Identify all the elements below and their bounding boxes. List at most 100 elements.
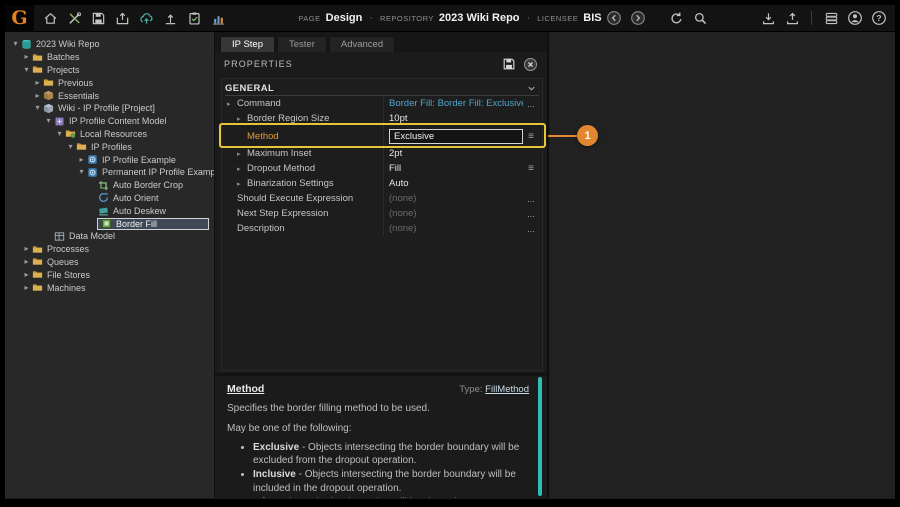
layers-icon <box>824 11 839 26</box>
account-button[interactable] <box>846 9 864 27</box>
expand-arrow-icon[interactable]: ▸ <box>237 150 247 158</box>
tree-item-local-resources[interactable]: ▾Local Resources <box>5 128 214 141</box>
upload-icon <box>785 11 800 26</box>
tree-item-machines[interactable]: ▸Machines <box>5 281 214 294</box>
expand-arrow-icon[interactable]: ▸ <box>22 53 31 61</box>
tree-item-auto-border-crop[interactable]: Auto Border Crop <box>5 179 214 192</box>
expand-arrow-icon[interactable]: ▸ <box>77 156 86 164</box>
tab-tester[interactable]: Tester <box>277 36 327 52</box>
expand-arrow-icon[interactable]: ▸ <box>33 79 42 87</box>
property-row-description[interactable]: Description(none)... <box>225 221 539 236</box>
value-editor[interactable]: Exclusive <box>389 129 523 144</box>
tree-item-essentials[interactable]: ▸Essentials <box>5 89 214 102</box>
refresh-button[interactable] <box>667 9 685 27</box>
property-row-maximum-inset[interactable]: ▸Maximum Inset2pt <box>225 146 539 161</box>
tree-item-wiki-ip-profile-project[interactable]: ▾Wiki - IP Profile [Project] <box>5 102 214 115</box>
expand-arrow-icon[interactable]: ▸ <box>237 165 247 173</box>
section-general[interactable]: GENERAL <box>225 81 539 96</box>
property-value[interactable]: (none) <box>383 191 523 206</box>
property-value[interactable]: (none) <box>383 206 523 221</box>
collapse-arrow-icon[interactable]: ▾ <box>55 130 64 138</box>
expand-arrow-icon[interactable]: ▸ <box>237 115 247 123</box>
property-name: ▸Maximum Inset <box>225 148 383 159</box>
chart-button[interactable] <box>209 9 227 27</box>
cloud-upload-icon <box>139 11 154 26</box>
expand-arrow-icon[interactable]: ▸ <box>227 100 237 108</box>
collapse-arrow-icon[interactable]: ▾ <box>44 117 53 125</box>
tree-item-ip-profile-content-model[interactable]: ▾IP Profile Content Model <box>5 115 214 128</box>
expand-arrow-icon[interactable]: ▸ <box>22 258 31 266</box>
tab-advanced[interactable]: Advanced <box>329 36 395 52</box>
clipboard-button[interactable] <box>185 9 203 27</box>
property-value[interactable]: 2pt <box>383 146 523 161</box>
property-row-border-region-size[interactable]: ▸Border Region Size10pt <box>225 111 539 126</box>
save-properties-button[interactable] <box>501 56 517 72</box>
tree-item-previous[interactable]: ▸Previous <box>5 76 214 89</box>
tools-button[interactable] <box>65 9 83 27</box>
property-row-method[interactable]: MethodExclusive≡ <box>225 126 539 146</box>
ellipsis-button[interactable]: ... <box>523 209 539 219</box>
close-properties-button[interactable] <box>522 56 538 72</box>
ellipsis-button[interactable]: ... <box>523 224 539 234</box>
type-link[interactable]: FillMethod <box>485 384 529 395</box>
property-row-next-step-expression[interactable]: Next Step Expression(none)... <box>225 206 539 221</box>
property-value[interactable]: Exclusive <box>383 126 523 146</box>
tree-item-ip-profiles[interactable]: ▾IP Profiles <box>5 140 214 153</box>
collapse-arrow-icon[interactable]: ▾ <box>11 40 20 48</box>
collapse-arrow-icon[interactable]: ▾ <box>77 168 86 176</box>
tree-item-processes[interactable]: ▸Processes <box>5 243 214 256</box>
property-value[interactable]: 10pt <box>383 111 523 126</box>
page-value[interactable]: Design <box>326 12 363 24</box>
property-value[interactable]: Auto <box>383 176 523 191</box>
tab-ip-step[interactable]: IP Step <box>220 36 275 52</box>
save-button[interactable] <box>89 9 107 27</box>
ellipsis-button[interactable]: ... <box>523 99 539 109</box>
cloud-upload-button[interactable] <box>137 9 155 27</box>
expand-arrow-icon[interactable]: ▸ <box>22 245 31 253</box>
help-scrollbar[interactable] <box>538 377 542 496</box>
repository-value[interactable]: 2023 Wiki Repo <box>439 12 520 24</box>
property-row-should-execute-expression[interactable]: Should Execute Expression(none)... <box>225 191 539 206</box>
tree-item-permanent-ip-profile-example[interactable]: ▾ Permanent IP Profile Example <box>5 166 214 179</box>
collapse-arrow-icon[interactable]: ▾ <box>33 104 42 112</box>
search-button[interactable] <box>691 9 709 27</box>
ellipsis-button[interactable]: ... <box>523 194 539 204</box>
expand-arrow-icon[interactable]: ▸ <box>237 180 247 188</box>
tree-item-border-fill[interactable]: Border Fill <box>5 217 214 230</box>
property-value[interactable]: (none) <box>383 221 523 236</box>
expand-arrow-icon[interactable]: ▸ <box>33 92 42 100</box>
property-row-binarization-settings[interactable]: ▸Binarization SettingsAuto <box>225 176 539 191</box>
menu-button[interactable]: ≡ <box>523 131 539 142</box>
upload-button[interactable] <box>783 9 801 27</box>
tree-item-auto-deskew[interactable]: Auto Deskew <box>5 204 214 217</box>
tree-item-ip-profile-example[interactable]: ▸IP Profile Example <box>5 153 214 166</box>
download-button[interactable] <box>759 9 777 27</box>
grooper-logo-icon[interactable]: G <box>5 5 34 32</box>
collapse-arrow-icon[interactable]: ▾ <box>22 66 31 74</box>
box-export-button[interactable] <box>113 9 131 27</box>
tree-item-file-stores[interactable]: ▸File Stores <box>5 268 214 281</box>
import-button[interactable] <box>161 9 179 27</box>
toolbar-left <box>34 9 234 27</box>
nav-forward-button[interactable] <box>629 9 647 27</box>
property-row-command[interactable]: ▸CommandBorder Fill: Border Fill: Exclus… <box>225 96 539 111</box>
tree-item-queues[interactable]: ▸Queues <box>5 256 214 269</box>
layers-button[interactable] <box>822 9 840 27</box>
nav-back-button[interactable] <box>605 9 623 27</box>
expand-arrow-icon[interactable]: ▸ <box>22 284 31 292</box>
property-value[interactable]: Fill <box>383 161 523 176</box>
home-button[interactable] <box>41 9 59 27</box>
menu-button[interactable]: ≡ <box>523 163 539 174</box>
help-button[interactable]: ? <box>870 9 888 27</box>
property-value[interactable]: Border Fill: Border Fill: Exclusive <box>383 96 523 111</box>
expand-arrow-icon[interactable]: ▸ <box>22 271 31 279</box>
tree-item-auto-orient[interactable]: Auto Orient <box>5 192 214 205</box>
tree-item-batches[interactable]: ▸Batches <box>5 51 214 64</box>
property-row-dropout-method[interactable]: ▸Dropout MethodFill≡ <box>225 161 539 176</box>
tree-item-2023-wiki-repo[interactable]: ▾2023 Wiki Repo <box>5 38 214 51</box>
collapse-arrow-icon[interactable]: ▾ <box>66 143 75 151</box>
tree-item-projects[interactable]: ▾Projects <box>5 64 214 77</box>
chevron-down-icon[interactable] <box>527 84 536 93</box>
tree-item-data-model[interactable]: Data Model <box>5 230 214 243</box>
tree-item-label: Permanent IP Profile Example <box>102 167 215 177</box>
